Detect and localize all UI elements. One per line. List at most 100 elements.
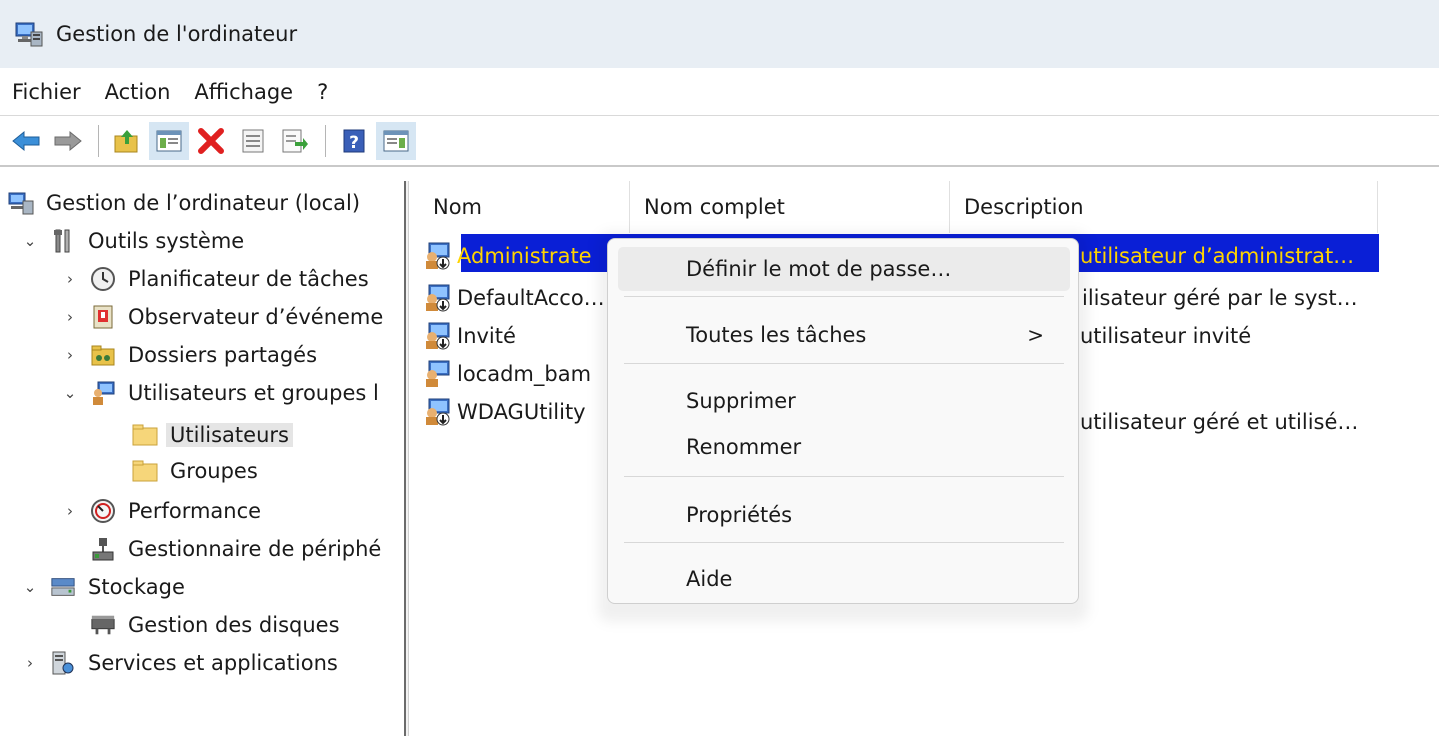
back-arrow-icon xyxy=(12,130,40,152)
user-name: WDAGUtility xyxy=(457,400,586,424)
tree-item-computer-management[interactable]: Gestion de l’ordinateur (local) xyxy=(8,185,360,221)
menu-separator xyxy=(624,296,1064,297)
menu-help[interactable]: ? xyxy=(317,76,328,108)
forward-button[interactable] xyxy=(48,122,88,160)
export-list-icon xyxy=(282,129,308,153)
user-name: locadm_bam xyxy=(457,362,592,386)
chevron-right-icon[interactable]: › xyxy=(60,270,80,288)
menu-fichier[interactable]: Fichier xyxy=(12,76,81,108)
up-folder-icon xyxy=(114,130,138,153)
chevron-down-icon[interactable]: ⌄ xyxy=(20,578,40,596)
menu-item-set-password[interactable]: Définir le mot de passe… xyxy=(618,247,1070,291)
tree-item-users[interactable]: Utilisateurs xyxy=(132,417,293,453)
menu-affichage[interactable]: Affichage xyxy=(194,76,293,108)
menu-item-all-tasks-label: Toutes les tâches xyxy=(686,323,867,347)
toolbar: ? xyxy=(0,117,1439,167)
table-row[interactable]: Administrate xyxy=(423,238,592,274)
menu-item-properties[interactable]: Propriétés xyxy=(618,493,1070,537)
tree-item-event-viewer[interactable]: › Observateur d’événeme xyxy=(60,299,383,335)
column-header-description[interactable]: Description xyxy=(950,181,1378,233)
clock-icon xyxy=(90,266,116,292)
menu-bar: Fichier Action Affichage ? xyxy=(0,68,1439,116)
up-level-button[interactable] xyxy=(107,122,147,160)
show-hide-tree-button[interactable] xyxy=(149,122,189,160)
tree-item-task-scheduler[interactable]: › Planificateur de tâches xyxy=(60,261,369,297)
menu-item-help[interactable]: Aide xyxy=(618,557,1070,601)
table-row[interactable]: DefaultAcco… xyxy=(423,280,605,316)
folder-icon xyxy=(132,422,158,448)
chevron-right-icon[interactable]: › xyxy=(60,502,80,520)
tree-item-local-users-groups[interactable]: ⌄ Utilisateurs et groupes l xyxy=(60,375,379,411)
svg-text:?: ? xyxy=(349,133,359,153)
user-name: Invité xyxy=(457,324,516,348)
toolbar-separator xyxy=(325,125,326,157)
back-button[interactable] xyxy=(6,122,46,160)
tree-item-groups[interactable]: Groupes xyxy=(132,453,258,489)
chevron-right-icon[interactable]: › xyxy=(60,346,80,364)
user-disabled-icon xyxy=(426,322,450,350)
menu-action[interactable]: Action xyxy=(105,76,171,108)
user-description: utilisateur invité xyxy=(1080,324,1252,348)
help-button[interactable]: ? xyxy=(334,122,374,160)
chevron-down-icon[interactable]: ⌄ xyxy=(60,384,80,402)
show-hide-console-tree-icon xyxy=(156,130,182,152)
properties-button[interactable] xyxy=(233,122,273,160)
console-tree: Gestion de l’ordinateur (local) ⌄ Outils… xyxy=(0,181,405,736)
show-hide-action-pane-button[interactable] xyxy=(376,122,416,160)
user-name: DefaultAcco… xyxy=(457,286,605,310)
folder-icon xyxy=(132,458,158,484)
menu-item-delete[interactable]: Supprimer xyxy=(618,379,1070,423)
column-header-name[interactable]: Nom xyxy=(419,181,630,233)
tree-item-disk-management[interactable]: Gestion des disques xyxy=(90,607,340,643)
menu-separator xyxy=(624,363,1064,364)
device-manager-icon xyxy=(90,536,116,562)
user-disabled-icon xyxy=(426,398,450,426)
performance-icon xyxy=(90,498,116,524)
user-description: ilisateur géré par le syst… xyxy=(1082,286,1358,310)
title-bar: Gestion de l'ordinateur xyxy=(0,0,1439,68)
user-icon xyxy=(426,360,450,387)
menu-item-all-tasks[interactable]: Toutes les tâches > xyxy=(618,313,1070,357)
user-description: utilisateur d’administrat… xyxy=(1080,244,1355,268)
tree-item-storage[interactable]: ⌄ Stockage xyxy=(20,569,185,605)
computer-management-icon xyxy=(8,190,34,216)
menu-separator xyxy=(624,476,1064,477)
tools-icon xyxy=(50,228,76,254)
user-name: Administrate xyxy=(457,244,592,268)
chevron-right-icon[interactable]: › xyxy=(20,654,40,672)
table-row[interactable]: WDAGUtility xyxy=(423,394,586,430)
context-menu: Définir le mot de passe… Toutes les tâch… xyxy=(607,238,1079,604)
user-disabled-icon xyxy=(426,284,450,312)
toolbar-separator xyxy=(98,125,99,157)
column-header-full-name[interactable]: Nom complet xyxy=(630,181,950,233)
chevron-right-icon[interactable]: › xyxy=(60,308,80,326)
tree-item-system-tools[interactable]: ⌄ Outils système xyxy=(20,223,245,259)
help-icon: ? xyxy=(343,129,365,153)
event-viewer-icon xyxy=(90,304,116,330)
delete-button[interactable] xyxy=(191,122,231,160)
tree-item-shared-folders[interactable]: › Dossiers partagés xyxy=(60,337,317,373)
table-row[interactable]: Invité xyxy=(423,318,516,354)
disk-management-icon xyxy=(90,612,116,638)
properties-icon xyxy=(242,129,264,153)
chevron-down-icon[interactable]: ⌄ xyxy=(20,232,40,250)
show-hide-action-pane-icon xyxy=(383,130,409,152)
shared-folders-icon xyxy=(90,342,116,368)
tree-item-device-manager[interactable]: Gestionnaire de périphé xyxy=(90,531,381,567)
submenu-arrow-icon: > xyxy=(1027,323,1044,347)
menu-item-rename[interactable]: Renommer xyxy=(618,425,1070,469)
user-disabled-icon xyxy=(426,242,450,270)
user-description: utilisateur géré et utilisé… xyxy=(1080,410,1359,434)
tree-item-services-applications[interactable]: › Services et applications xyxy=(20,645,338,681)
delete-icon xyxy=(198,128,224,154)
table-row[interactable]: locadm_bam xyxy=(423,356,591,392)
users-groups-icon xyxy=(90,380,116,406)
forward-arrow-icon xyxy=(54,130,82,152)
tree-item-performance[interactable]: › Performance xyxy=(60,493,261,529)
menu-separator xyxy=(624,542,1064,543)
computer-management-icon xyxy=(14,20,44,48)
export-list-button[interactable] xyxy=(275,122,315,160)
storage-icon xyxy=(50,574,76,600)
services-icon xyxy=(50,650,76,676)
window-title: Gestion de l'ordinateur xyxy=(56,22,298,46)
